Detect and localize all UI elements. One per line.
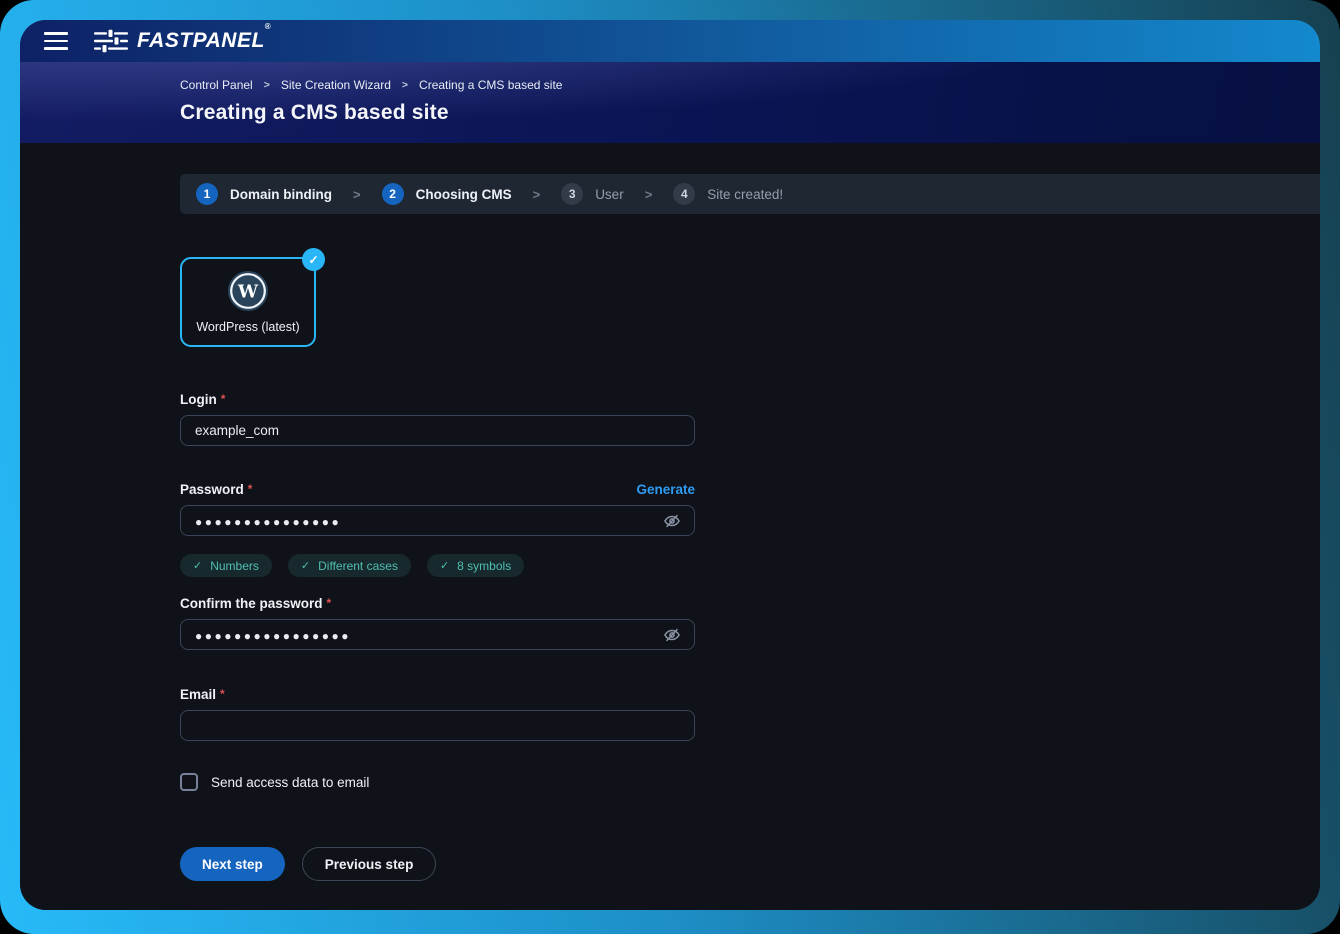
breadcrumb-item-control-panel[interactable]: Control Panel: [180, 78, 253, 92]
cms-card-label: WordPress (latest): [196, 320, 299, 334]
svg-text:W: W: [237, 281, 259, 302]
email-input[interactable]: [180, 710, 695, 741]
toggle-confirm-visibility-button[interactable]: [661, 624, 683, 646]
brand-logo[interactable]: FASTPANEL®: [94, 29, 271, 53]
menu-icon[interactable]: [44, 32, 68, 50]
email-label: Email*: [180, 687, 225, 702]
breadcrumb-item-current: Creating a CMS based site: [419, 78, 562, 92]
breadcrumb: Control Panel > Site Creation Wizard > C…: [180, 78, 1320, 92]
check-icon: ✓: [301, 559, 310, 572]
password-rules: ✓ Numbers ✓ Different cases ✓ 8 symbols: [180, 554, 695, 577]
rule-8-symbols: ✓ 8 symbols: [427, 554, 524, 577]
step-user: 3 User: [561, 183, 624, 205]
password-input[interactable]: ●●●●●●●●●●●●●●●: [180, 505, 695, 536]
password-masked-value: ●●●●●●●●●●●●●●●: [195, 516, 341, 528]
step-number: 1: [196, 183, 218, 205]
brand-name: FASTPANEL®: [137, 29, 271, 53]
chevron-right-icon: >: [353, 187, 361, 202]
form-actions: Next step Previous step: [180, 847, 695, 881]
confirm-password-input[interactable]: ●●●●●●●●●●●●●●●●: [180, 619, 695, 650]
step-number: 4: [673, 183, 695, 205]
check-icon: ✓: [440, 559, 449, 572]
checkbox-label: Send access data to email: [211, 775, 369, 790]
wordpress-icon: W: [228, 271, 268, 311]
step-number: 2: [382, 183, 404, 205]
cms-card-wordpress[interactable]: W WordPress (latest) ✓: [180, 257, 316, 347]
rule-label: Numbers: [210, 559, 259, 573]
password-label: Password*: [180, 482, 252, 497]
toggle-password-visibility-button[interactable]: [661, 510, 683, 532]
selected-check-icon: ✓: [302, 248, 325, 271]
rule-different-cases: ✓ Different cases: [288, 554, 411, 577]
hero-band: Control Panel > Site Creation Wizard > C…: [20, 62, 1320, 143]
step-label: Site created!: [707, 187, 783, 202]
page-title: Creating a CMS based site: [180, 101, 1320, 125]
eye-off-icon: [662, 511, 682, 531]
confirm-password-masked-value: ●●●●●●●●●●●●●●●●: [195, 630, 351, 642]
login-input[interactable]: example_com: [180, 415, 695, 446]
top-bar: FASTPANEL®: [20, 20, 1320, 62]
send-access-data-checkbox[interactable]: [180, 773, 198, 791]
chevron-right-icon: >: [533, 187, 541, 202]
required-asterisk: *: [248, 482, 253, 496]
previous-step-button[interactable]: Previous step: [302, 847, 437, 881]
eye-off-icon: [662, 625, 682, 645]
decorative-frame: FASTPANEL® Control Panel > Site Creation…: [0, 0, 1340, 934]
rule-label: Different cases: [318, 559, 398, 573]
equalizer-icon: [94, 29, 128, 53]
step-number: 3: [561, 183, 583, 205]
breadcrumb-item-site-creation-wizard[interactable]: Site Creation Wizard: [281, 78, 391, 92]
wizard-steps-bar: 1 Domain binding > 2 Choosing CMS > 3 Us…: [180, 174, 1320, 214]
login-label: Login*: [180, 392, 225, 407]
step-site-created: 4 Site created!: [673, 183, 783, 205]
login-value: example_com: [195, 423, 279, 438]
confirm-password-label: Confirm the password*: [180, 596, 331, 611]
send-access-data-row[interactable]: Send access data to email: [180, 773, 695, 791]
generate-password-link[interactable]: Generate: [636, 482, 695, 497]
main-content: 1 Domain binding > 2 Choosing CMS > 3 Us…: [20, 143, 1320, 910]
step-label: Choosing CMS: [416, 187, 512, 202]
step-label: Domain binding: [230, 187, 332, 202]
step-domain-binding[interactable]: 1 Domain binding: [196, 183, 332, 205]
chevron-right-icon: >: [264, 79, 270, 91]
required-asterisk: *: [327, 596, 332, 610]
rule-numbers: ✓ Numbers: [180, 554, 272, 577]
chevron-right-icon: >: [645, 187, 653, 202]
step-choosing-cms[interactable]: 2 Choosing CMS: [382, 183, 512, 205]
required-asterisk: *: [221, 392, 226, 406]
chevron-right-icon: >: [402, 79, 408, 91]
app-window: FASTPANEL® Control Panel > Site Creation…: [20, 20, 1320, 910]
next-step-button[interactable]: Next step: [180, 847, 285, 881]
step-label: User: [595, 187, 624, 202]
rule-label: 8 symbols: [457, 559, 511, 573]
registered-mark: ®: [265, 22, 271, 31]
check-icon: ✓: [193, 559, 202, 572]
required-asterisk: *: [220, 687, 225, 701]
